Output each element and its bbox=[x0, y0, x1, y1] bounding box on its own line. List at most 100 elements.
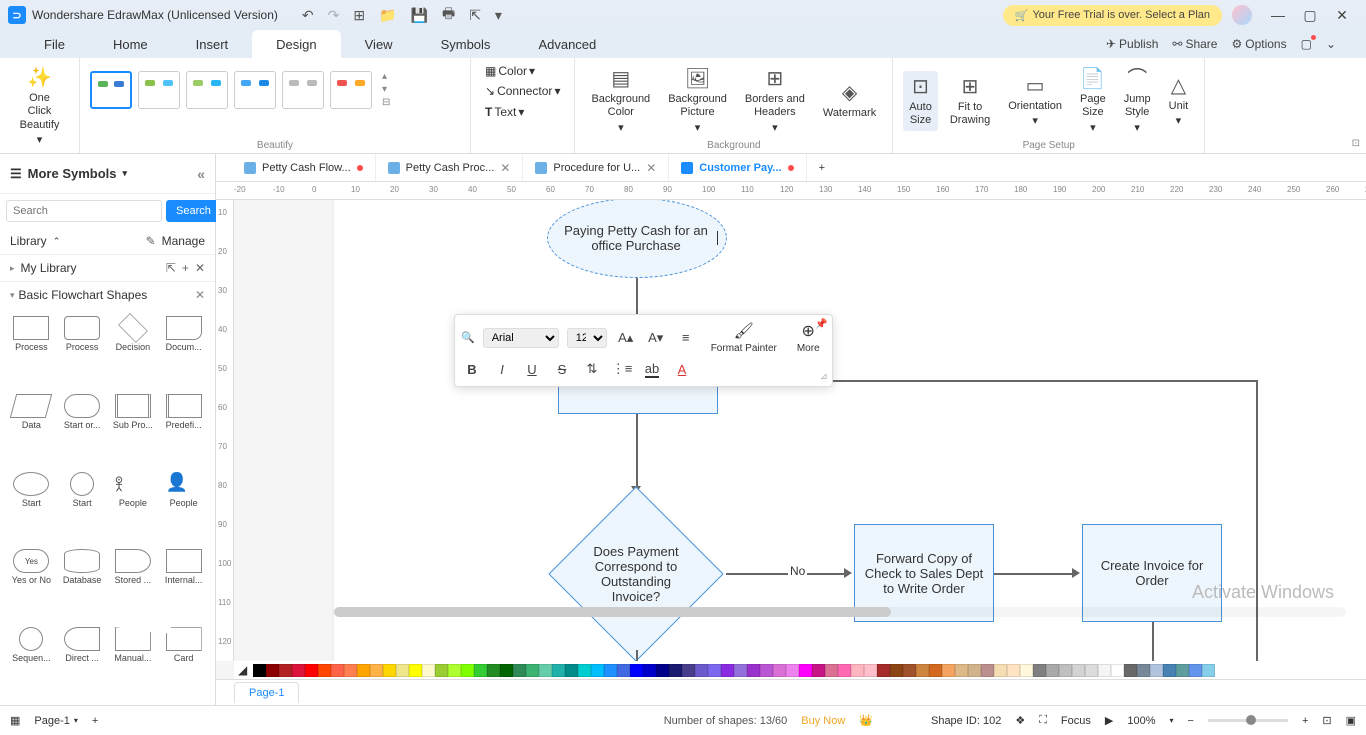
page-tab-1[interactable]: Page-1 bbox=[234, 682, 299, 703]
shape-start-ellipse[interactable]: Start bbox=[6, 470, 57, 544]
color-swatch[interactable] bbox=[643, 664, 656, 677]
color-swatch[interactable] bbox=[266, 664, 279, 677]
shape-start-end[interactable]: Start or... bbox=[57, 392, 108, 466]
color-swatch[interactable] bbox=[734, 664, 747, 677]
new-icon[interactable]: ⊞ bbox=[353, 7, 365, 24]
bullets-icon[interactable]: ⋮≡ bbox=[611, 358, 633, 380]
focus-icon[interactable]: ⛶ bbox=[1039, 714, 1047, 727]
library-label[interactable]: Library bbox=[10, 234, 47, 248]
color-swatch[interactable] bbox=[864, 664, 877, 677]
collapse-panel-icon[interactable]: « bbox=[197, 166, 205, 182]
options-button[interactable]: ⚙ Options bbox=[1231, 37, 1286, 51]
focus-label[interactable]: Focus bbox=[1061, 715, 1091, 727]
color-swatch[interactable] bbox=[1007, 664, 1020, 677]
color-swatch[interactable] bbox=[513, 664, 526, 677]
new-tab-button[interactable]: + bbox=[807, 154, 837, 181]
collapse-ribbon-icon[interactable]: ⌄ bbox=[1326, 37, 1336, 51]
theme-2[interactable] bbox=[138, 71, 180, 109]
color-swatch[interactable] bbox=[487, 664, 500, 677]
color-swatch[interactable] bbox=[1085, 664, 1098, 677]
orientation-button[interactable]: ▭Orientation ▾ bbox=[1002, 70, 1068, 132]
close-button[interactable]: ✕ bbox=[1326, 7, 1358, 24]
color-swatch[interactable] bbox=[383, 664, 396, 677]
horizontal-scrollbar[interactable] bbox=[334, 607, 1346, 617]
color-swatch[interactable] bbox=[669, 664, 682, 677]
expand-toolbar-icon[interactable]: ⊿ bbox=[820, 371, 828, 382]
increase-font-icon[interactable]: A▴ bbox=[615, 327, 637, 349]
color-swatch[interactable] bbox=[825, 664, 838, 677]
search-button[interactable]: Search bbox=[166, 200, 221, 222]
save-icon[interactable]: 💾 bbox=[411, 7, 428, 24]
auto-size-button[interactable]: ⊡Auto Size bbox=[903, 71, 938, 131]
color-swatch[interactable] bbox=[344, 664, 357, 677]
color-swatch[interactable] bbox=[331, 664, 344, 677]
color-swatch[interactable] bbox=[630, 664, 643, 677]
color-swatch[interactable] bbox=[448, 664, 461, 677]
color-swatch[interactable] bbox=[877, 664, 890, 677]
zoom-out-icon[interactable]: − bbox=[1188, 715, 1194, 727]
manage-label[interactable]: Manage bbox=[162, 234, 205, 248]
grid-view-icon[interactable]: ▦ bbox=[10, 714, 20, 727]
menu-home[interactable]: Home bbox=[89, 30, 172, 58]
borders-headers-button[interactable]: ⊞Borders and Headers ▾ bbox=[739, 63, 811, 139]
export-icon[interactable]: ⇱ bbox=[469, 7, 481, 24]
color-swatch[interactable] bbox=[799, 664, 812, 677]
add-page-icon[interactable]: + bbox=[92, 715, 98, 727]
tab-petty-cash-proc[interactable]: Petty Cash Proc...✕ bbox=[376, 154, 524, 181]
shape-manual[interactable]: Manual... bbox=[108, 625, 159, 699]
arrow-right-line[interactable] bbox=[1256, 380, 1258, 661]
minimize-button[interactable]: — bbox=[1262, 7, 1294, 23]
bg-color-button[interactable]: ▤Background Color ▾ bbox=[585, 63, 656, 139]
color-swatch[interactable] bbox=[604, 664, 617, 677]
fit-page-icon[interactable]: ⊡ bbox=[1322, 714, 1331, 727]
arrow-yes[interactable] bbox=[636, 650, 638, 661]
font-size-select[interactable]: 12 bbox=[567, 328, 607, 348]
menu-symbols[interactable]: Symbols bbox=[417, 30, 515, 58]
color-swatch[interactable] bbox=[1150, 664, 1163, 677]
shape-process[interactable]: Process bbox=[6, 314, 57, 388]
color-swatch[interactable] bbox=[721, 664, 734, 677]
presentation-icon[interactable]: ▶ bbox=[1105, 714, 1113, 727]
connector-dropdown[interactable]: ↘ Connector ▾ bbox=[481, 82, 564, 100]
shape-people-2[interactable]: 👤People bbox=[158, 470, 209, 544]
pin-icon[interactable]: 📌 bbox=[815, 319, 827, 330]
shape-yes-no[interactable]: YesYes or No bbox=[6, 547, 57, 621]
tab-petty-cash-flow[interactable]: Petty Cash Flow... bbox=[232, 154, 376, 181]
highlight-icon[interactable]: ab bbox=[641, 358, 663, 380]
manage-icon[interactable]: ✎ bbox=[146, 234, 156, 248]
color-swatch[interactable] bbox=[565, 664, 578, 677]
shape-data[interactable]: Data bbox=[6, 392, 57, 466]
menu-insert[interactable]: Insert bbox=[172, 30, 253, 58]
color-swatch[interactable] bbox=[1202, 664, 1215, 677]
shape-sequential[interactable]: Sequen... bbox=[6, 625, 57, 699]
color-swatch[interactable] bbox=[318, 664, 331, 677]
shape-stored[interactable]: Stored ... bbox=[108, 547, 159, 621]
shape-process-2[interactable]: Process bbox=[57, 314, 108, 388]
color-swatch[interactable] bbox=[1189, 664, 1202, 677]
arrow-3[interactable] bbox=[994, 573, 1074, 575]
open-icon[interactable]: 📁 bbox=[379, 7, 396, 24]
shape-people-1[interactable]: 𖨆People bbox=[108, 470, 159, 544]
color-swatch[interactable] bbox=[1033, 664, 1046, 677]
undo-icon[interactable]: ↶ bbox=[302, 7, 314, 24]
menu-design[interactable]: Design bbox=[252, 30, 340, 58]
color-swatch[interactable] bbox=[656, 664, 669, 677]
lib-close-icon[interactable]: ✕ bbox=[195, 261, 205, 275]
theme-4[interactable] bbox=[234, 71, 276, 109]
shape-card[interactable]: Card bbox=[158, 625, 209, 699]
color-swatch[interactable] bbox=[305, 664, 318, 677]
arrow-2[interactable] bbox=[636, 414, 638, 490]
color-swatch[interactable] bbox=[1072, 664, 1085, 677]
color-dropdown[interactable]: ▦ Color ▾ bbox=[481, 62, 539, 80]
italic-icon[interactable]: I bbox=[491, 358, 513, 380]
color-swatch[interactable] bbox=[695, 664, 708, 677]
color-swatch[interactable] bbox=[903, 664, 916, 677]
color-swatch[interactable] bbox=[422, 664, 435, 677]
color-swatch[interactable] bbox=[890, 664, 903, 677]
color-swatch[interactable] bbox=[1098, 664, 1111, 677]
color-swatch[interactable] bbox=[1137, 664, 1150, 677]
color-swatch[interactable] bbox=[786, 664, 799, 677]
page-size-button[interactable]: 📄Page Size ▾ bbox=[1074, 63, 1112, 139]
font-family-select[interactable]: Arial bbox=[483, 328, 559, 348]
lib-add-icon[interactable]: + bbox=[182, 261, 189, 275]
